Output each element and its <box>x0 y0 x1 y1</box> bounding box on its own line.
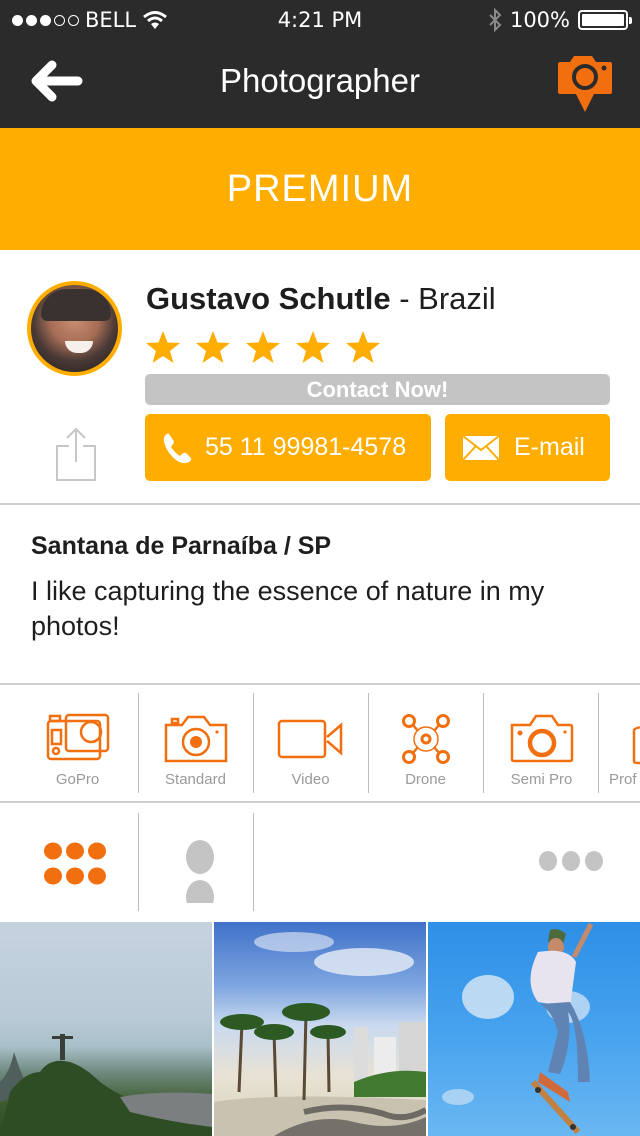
equipment-categories: GoPro Standard Video Drone Semi Pro Prof <box>0 685 640 802</box>
semi-pro-camera-icon <box>510 714 573 763</box>
category-label: Drone <box>405 771 446 788</box>
photographer-name: Gustavo Schutle <box>146 281 391 316</box>
photographer-country: Brazil <box>418 281 496 316</box>
premium-banner: PREMIUM <box>0 128 640 250</box>
photo-thumbnail[interactable] <box>0 922 212 1136</box>
bluetooth-icon <box>489 8 502 32</box>
camera-location-button[interactable] <box>556 52 614 114</box>
category-video[interactable]: Video <box>253 685 368 802</box>
list-view-button[interactable] <box>160 821 240 914</box>
category-label: Video <box>291 771 330 788</box>
camera-icon <box>164 715 227 763</box>
share-icon <box>56 427 96 481</box>
category-label: Prof <box>609 771 637 788</box>
name-separator: - <box>390 281 419 316</box>
separator <box>138 813 139 911</box>
rating-stars <box>145 330 381 364</box>
status-bar: BELL 4:21 PM 100% <box>0 0 640 40</box>
battery-icon <box>578 10 632 30</box>
phone-icon <box>163 433 192 463</box>
envelope-icon <box>462 434 500 461</box>
battery-percent: 100% <box>509 8 570 32</box>
category-label: Standard <box>165 771 226 788</box>
status-right: 100% <box>488 8 632 32</box>
category-standard[interactable]: Standard <box>138 685 253 802</box>
email-button[interactable]: E-mail <box>445 414 610 481</box>
view-toggle-bar <box>0 803 640 921</box>
star-icon <box>346 331 380 363</box>
more-dots-icon <box>539 851 603 871</box>
star-icon <box>196 331 230 363</box>
category-semi-pro[interactable]: Semi Pro <box>484 685 599 802</box>
star-icon <box>246 331 280 363</box>
bio-text: I like capturing the essence of nature i… <box>31 576 545 641</box>
call-phone-button[interactable]: 55 11 99981-4578 <box>145 414 431 481</box>
divider <box>0 503 640 505</box>
email-label: E-mail <box>514 433 585 461</box>
top-bar: BELL 4:21 PM 100% Photographer <box>0 0 640 128</box>
list-view-icon <box>186 840 214 914</box>
category-drone[interactable]: Drone <box>368 685 483 802</box>
professional-camera-icon <box>632 726 640 765</box>
photo-thumbnail[interactable] <box>428 922 640 1136</box>
more-options-button[interactable] <box>530 843 610 883</box>
star-icon <box>146 331 180 363</box>
grid-view-icon <box>44 842 106 885</box>
photo-christ-redeemer <box>0 1034 212 1136</box>
star-icon <box>296 331 330 363</box>
page-title: Photographer <box>220 62 420 99</box>
camera-location-pin-icon <box>558 56 612 112</box>
category-label: GoPro <box>55 771 100 788</box>
photographer-name-line: Gustavo Schutle - Brazil <box>146 281 496 317</box>
category-gopro[interactable]: GoPro <box>20 685 135 802</box>
photo-copacabana <box>214 932 426 1136</box>
separator <box>253 813 254 911</box>
phone-number: 55 11 99981-4578 <box>205 433 407 461</box>
video-camera-icon <box>277 719 342 759</box>
photo-thumbnail[interactable] <box>214 922 426 1136</box>
category-label: Semi Pro <box>510 771 573 788</box>
drone-icon <box>401 714 450 764</box>
avatar[interactable] <box>27 281 122 376</box>
grid-view-button[interactable] <box>30 821 120 903</box>
gopro-icon <box>46 713 109 761</box>
category-professional[interactable]: Prof <box>600 685 640 802</box>
location-label: Santana de Parnaíba / SP <box>31 532 332 560</box>
share-button[interactable] <box>54 426 98 482</box>
separator <box>598 693 599 793</box>
photo-skateboarder <box>442 922 594 1135</box>
contact-now-label: Contact Now! <box>145 374 610 405</box>
